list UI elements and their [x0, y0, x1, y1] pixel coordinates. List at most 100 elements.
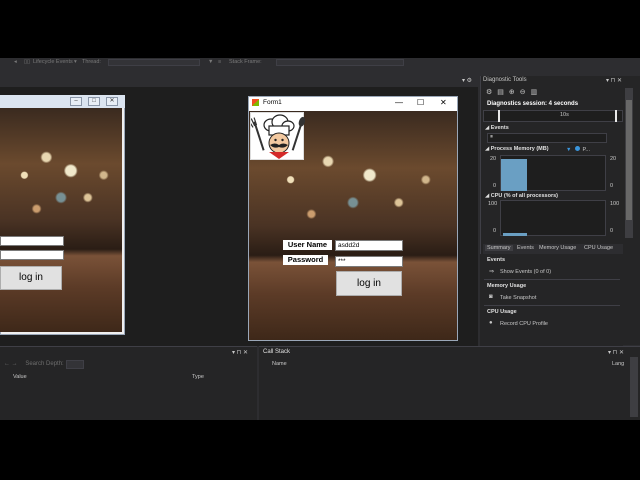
editor-tab-strip [0, 76, 478, 87]
events-icon: ⇒ [489, 269, 495, 275]
cpu-usage-area [503, 233, 527, 236]
timeline-ruler[interactable] [483, 110, 623, 122]
call-stack-pane [259, 346, 640, 420]
events-section-title[interactable]: ◢ Events [485, 125, 509, 131]
value-column-header[interactable]: Value [13, 374, 27, 380]
tab-cpu-usage[interactable]: CPU Usage [584, 245, 613, 251]
divider [484, 305, 620, 306]
tab-events[interactable]: Events [517, 245, 534, 251]
show-events-link[interactable]: Show Events (0 of 0) [500, 269, 551, 275]
events-section-label: Events [490, 125, 509, 131]
minimize-button[interactable]: — [395, 98, 403, 107]
window-title: Form1 [263, 99, 282, 106]
save-icon[interactable]: ▤ [497, 89, 509, 96]
summary-cpu-heading: CPU Usage [487, 309, 517, 315]
call-stack-scrollbar[interactable] [630, 357, 638, 417]
cpu-axis-min-left: 0 [493, 228, 497, 234]
settings-icon[interactable]: ⚙ [486, 89, 497, 96]
stack-frame-label: Stack Frame: [229, 59, 262, 65]
lifecycle-events-icon[interactable]: ▯▯ [24, 59, 30, 65]
lang-column-header[interactable]: Lang [612, 361, 624, 367]
username-label: User Name [283, 240, 332, 250]
memory-axis-max-left: 20 [490, 156, 497, 162]
maximize-button[interactable]: □ [88, 97, 100, 106]
left-username-input[interactable] [0, 236, 64, 246]
zoom-in-icon[interactable]: ⊕ [509, 89, 520, 96]
timeline-start-handle[interactable] [498, 110, 500, 122]
cpu-section-label: CPU (% of all processors) [490, 193, 559, 199]
filter-icon[interactable]: ▼ [208, 59, 213, 65]
close-button[interactable]: ✕ [106, 97, 118, 106]
pause-icon: ⏸ [490, 134, 494, 140]
thread-separator: ▾ [74, 59, 77, 65]
diagnostic-toolbar: ⚙▤⊕⊖▥ [486, 88, 542, 96]
summary-memory-heading: Memory Usage [487, 283, 527, 289]
events-track[interactable] [487, 133, 607, 143]
camera-icon: ◙ [489, 294, 493, 300]
minimize-button[interactable]: – [70, 97, 82, 106]
memory-legend: ▼ P... [566, 146, 590, 153]
locals-pane [0, 346, 257, 420]
tab-summary[interactable]: Summary [485, 245, 513, 251]
cpu-axis-max-right: 100 [610, 201, 620, 207]
gc-marker-icon: ▼ [566, 147, 572, 153]
memory-usage-area [501, 159, 527, 191]
left-password-input[interactable] [0, 250, 64, 260]
record-icon: ● [489, 320, 493, 326]
take-snapshot-link[interactable]: Take Snapshot [500, 295, 536, 301]
name-column-header[interactable]: Name [272, 361, 287, 367]
record-cpu-profile-link[interactable]: Record CPU Profile [500, 321, 548, 327]
forward-arrow-icon[interactable]: → [12, 361, 18, 367]
thread-select[interactable] [108, 59, 200, 66]
reset-icon[interactable]: ▥ [531, 89, 543, 96]
lifecycle-events-label[interactable]: Lifecycle Events [33, 59, 73, 65]
cpu-graph[interactable] [500, 200, 606, 236]
divider [484, 279, 620, 280]
memory-section-title[interactable]: ◢ Process Memory (MB) [485, 146, 549, 152]
maximize-button[interactable]: ☐ [417, 98, 424, 107]
editor-dropdown-icon[interactable]: ▾ ⚙ [462, 77, 472, 84]
left-form-titlebar[interactable]: – □ ✕ [0, 95, 125, 108]
memory-axis-min-left: 0 [493, 183, 497, 189]
back-arrow-icon[interactable]: ← [4, 361, 10, 367]
type-column-header[interactable]: Type [192, 374, 204, 380]
search-depth-select[interactable] [66, 360, 84, 369]
close-button[interactable]: ✕ [440, 98, 447, 107]
password-input[interactable]: *** [335, 256, 403, 267]
toolbar-arrow-icon[interactable]: ◂ [14, 59, 17, 65]
call-stack-pane-controls[interactable]: ▾ ⊓ ✕ [608, 349, 624, 356]
cpu-axis-min-right: 0 [610, 228, 614, 234]
debug-toolbar: ◂ ▯▯ Lifecycle Events ▾ Thread: ▼ ≡ Stac… [0, 58, 640, 68]
cpu-axis-max-left: 100 [488, 201, 498, 207]
left-login-button[interactable]: log in [0, 266, 62, 290]
search-depth-label: Search Depth: [25, 361, 64, 367]
timeline-tick-label: 10s [560, 112, 569, 118]
tab-memory-usage[interactable]: Memory Usage [539, 245, 576, 251]
locals-navigation: ← → Search Depth: [4, 361, 64, 367]
left-form-background-image [0, 108, 122, 332]
username-input[interactable]: asdd2d [335, 240, 403, 251]
call-stack-title: Call Stack [263, 349, 291, 355]
stack-frame-icon[interactable]: ≡ [218, 59, 221, 65]
password-label: Password [283, 255, 328, 265]
memory-section-label: Process Memory (MB) [490, 146, 549, 152]
legend-label: P... [582, 147, 590, 153]
chef-logo-icon [248, 114, 306, 159]
diagnostic-tools-title: Diagnostic Tools [483, 77, 527, 83]
session-duration: Diagnostics session: 4 seconds [487, 101, 579, 107]
chef-logo [248, 112, 306, 160]
private-bytes-legend-icon [575, 146, 581, 151]
diagnostic-scrollbar-thumb[interactable] [626, 100, 632, 220]
timeline-end-handle[interactable] [615, 110, 617, 122]
memory-axis-max-right: 20 [610, 156, 617, 162]
login-button[interactable]: log in [336, 271, 402, 296]
locals-pane-controls[interactable]: ▾ ⊓ ✕ [232, 349, 248, 356]
pane-controls[interactable]: ▾ ⊓ ✕ [606, 77, 622, 84]
cpu-section-title[interactable]: ◢ CPU (% of all processors) [485, 193, 558, 199]
thread-label: Thread: [82, 59, 101, 65]
zoom-out-icon[interactable]: ⊖ [520, 89, 531, 96]
stack-frame-select[interactable] [276, 59, 404, 66]
summary-events-heading: Events [487, 257, 506, 263]
app-icon [252, 99, 259, 106]
memory-axis-min-right: 0 [610, 183, 614, 189]
